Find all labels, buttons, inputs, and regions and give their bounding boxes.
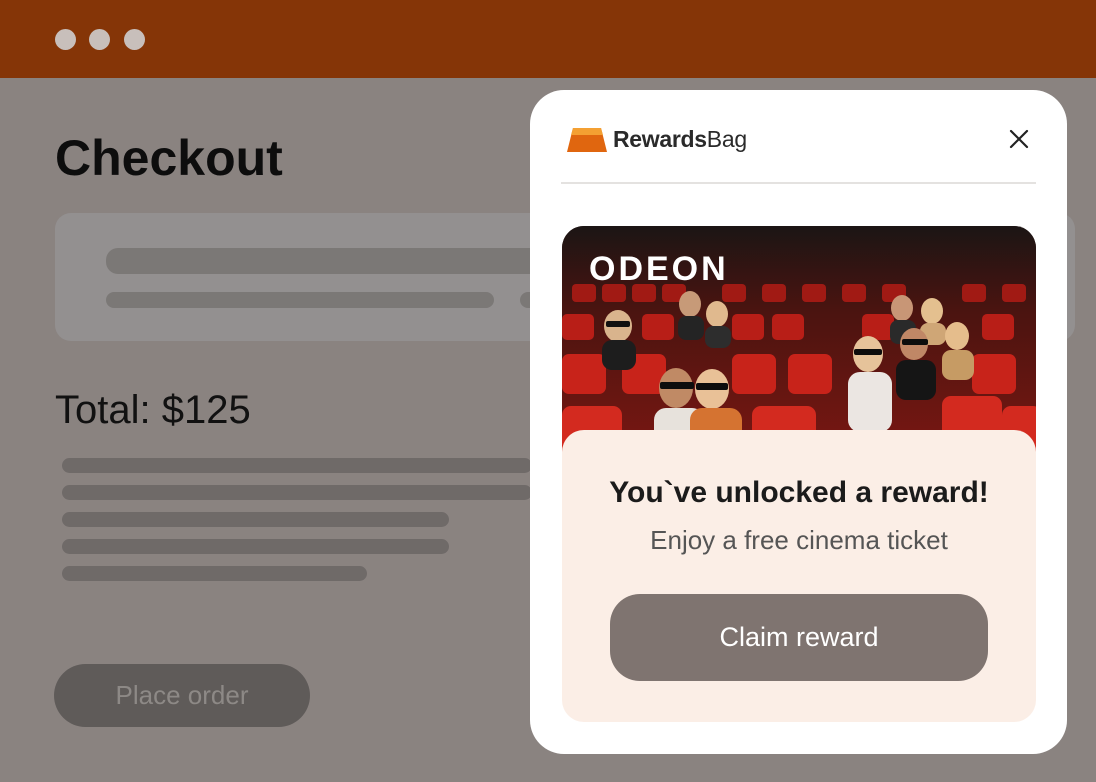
window-dot[interactable] — [124, 29, 145, 50]
reward-panel: You`ve unlocked a reward! Enjoy a free c… — [562, 430, 1036, 722]
placeholder-line — [62, 458, 532, 473]
placeholder-line — [62, 566, 367, 581]
header-divider — [561, 182, 1036, 184]
odeon-logo: ODEON — [589, 250, 729, 288]
window-dot[interactable] — [89, 29, 110, 50]
brand-name: RewardsBag — [613, 126, 747, 152]
placeholder-line — [62, 512, 449, 527]
window-titlebar — [0, 0, 1096, 78]
rewardsbag-logo: RewardsBag — [567, 126, 747, 153]
place-order-button[interactable]: Place order — [54, 664, 310, 727]
placeholder-line — [62, 485, 532, 500]
page-title: Checkout — [55, 130, 283, 186]
claim-reward-button[interactable]: Claim reward — [610, 594, 988, 681]
close-icon[interactable] — [1004, 124, 1034, 154]
bag-logo-icon — [567, 127, 607, 152]
order-total: Total: $125 — [55, 388, 251, 432]
reward-headline: You`ve unlocked a reward! — [609, 476, 989, 509]
window-dot[interactable] — [55, 29, 76, 50]
placeholder-line — [62, 539, 449, 554]
placeholder-line — [106, 292, 494, 308]
reward-subtitle: Enjoy a free cinema ticket — [650, 525, 948, 555]
reward-modal: RewardsBag ODEON You`ve unlocked a rewar… — [530, 90, 1067, 754]
placeholder-line — [106, 248, 576, 274]
